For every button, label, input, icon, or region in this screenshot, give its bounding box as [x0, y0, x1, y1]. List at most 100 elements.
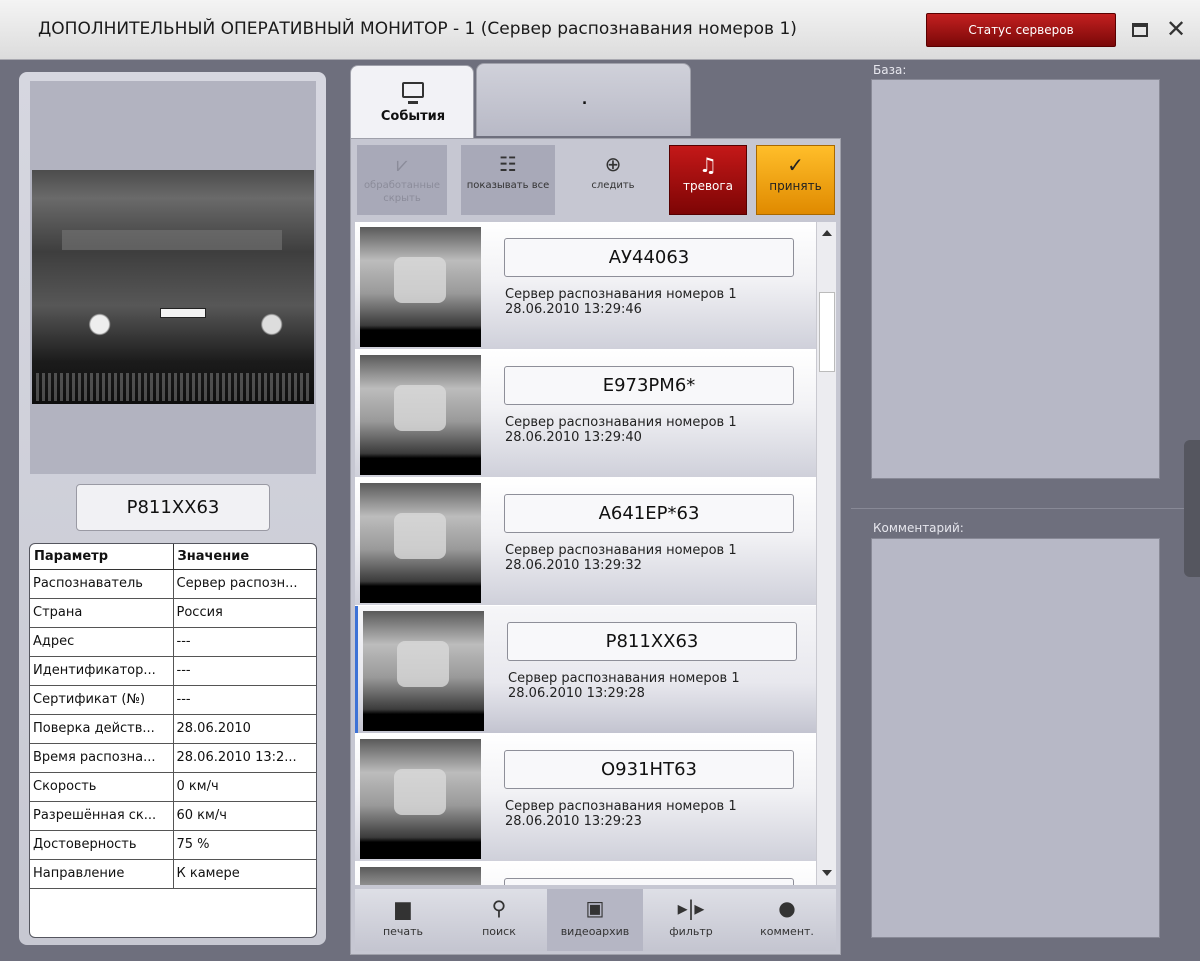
event-server: Сервер распознавания номеров 1 [505, 543, 737, 558]
event-plate: АУ44063 [504, 238, 794, 277]
param-name: Достоверность [30, 830, 174, 860]
table-header-row: Параметр Значение [30, 544, 316, 570]
list-item[interactable]: О931НТ63 Сервер распознавания номеров 1 … [355, 734, 816, 861]
alarm-button[interactable]: ♫ тревога [669, 145, 747, 215]
column-header-parameter[interactable]: Параметр [30, 544, 174, 570]
list-item[interactable]: АУ44063 Сервер распознавания номеров 1 2… [355, 222, 816, 349]
scroll-up-icon[interactable] [822, 230, 832, 236]
column-header-value[interactable]: Значение [173, 544, 316, 570]
search-button[interactable]: ⚲ поиск [451, 889, 547, 951]
checkmark-icon: ✓ [787, 153, 804, 177]
param-value: 75 % [173, 830, 316, 860]
search-icon: ⚲ [491, 896, 507, 920]
param-value: --- [173, 627, 316, 657]
show-all-button[interactable]: ☷ показывать все [461, 145, 555, 215]
event-plate [504, 878, 794, 885]
speech-bubble-icon: ● [778, 896, 796, 920]
close-icon[interactable]: ✕ [1166, 14, 1186, 44]
event-server: Сервер распознавания номеров 1 [505, 415, 737, 430]
table-row[interactable]: Поверка действ... 28.06.2010 [30, 714, 316, 744]
checkmark-tag-icon: ⩗ [396, 152, 408, 176]
print-button[interactable]: ▆ печать [355, 889, 451, 951]
param-name: Время распозна... [30, 743, 174, 773]
param-name: Идентификатор... [30, 656, 174, 686]
tab-second[interactable]: . [476, 63, 691, 136]
param-value: --- [173, 685, 316, 715]
events-panel: ⩗ обработанные скрыть ☷ показывать все ⊕… [350, 138, 841, 955]
vehicle-photo [32, 170, 314, 404]
param-value: 60 км/ч [173, 801, 316, 831]
bell-icon: ♫ [699, 153, 717, 177]
event-thumbnail [360, 483, 481, 603]
event-server: Сервер распознавания номеров 1 [505, 287, 737, 302]
server-status-button[interactable]: Статус серверов [926, 13, 1116, 47]
monitor-icon [402, 82, 424, 104]
event-time: 28.06.2010 13:29:28 [508, 686, 645, 701]
recognition-details-panel: Р811ХХ63 Параметр Значение Распознавател… [19, 72, 326, 945]
bottom-toolbar: ▆ печать ⚲ поиск ▣ видеоархив ▸|▸ фильтр… [355, 889, 836, 951]
comment-box[interactable] [871, 538, 1160, 938]
list-item[interactable]: Е973РМ6* Сервер распознавания номеров 1 … [355, 350, 816, 477]
video-archive-button[interactable]: ▣ видеоархив [547, 889, 643, 951]
event-plate: О931НТ63 [504, 750, 794, 789]
comment-label: Комментарий: [873, 521, 964, 535]
list-item[interactable]: А641ЕР*63 Сервер распознавания номеров 1… [355, 478, 816, 605]
table-row[interactable]: Разрешённая ск... 60 км/ч [30, 801, 316, 831]
param-value: 28.06.2010 13:2... [173, 743, 316, 773]
hide-processed-button[interactable]: ⩗ обработанные скрыть [357, 145, 447, 215]
window-title: ДОПОЛНИТЕЛЬНЫЙ ОПЕРАТИВНЫЙ МОНИТОР - 1 (… [38, 19, 797, 39]
list-item-selected[interactable]: Р811ХХ63 Сервер распознавания номеров 1 … [355, 606, 816, 733]
event-thumbnail [360, 867, 481, 885]
event-time: 28.06.2010 13:29:32 [505, 558, 642, 573]
events-list[interactable]: АУ44063 Сервер распознавания номеров 1 2… [355, 222, 816, 885]
film-icon: ▣ [585, 896, 605, 920]
event-info: Сервер распознавания номеров 1 28.06.201… [505, 543, 737, 573]
param-value: К камере [173, 859, 316, 889]
event-thumbnail [360, 227, 481, 347]
events-scrollbar[interactable] [816, 222, 836, 885]
printer-icon: ▆ [395, 896, 411, 920]
event-thumbnail [363, 611, 484, 731]
table-row[interactable]: Сертификат (№) --- [30, 685, 316, 715]
filter-icon: ▸|▸ [677, 896, 705, 920]
event-plate: Е973РМ6* [504, 366, 794, 405]
table-row[interactable]: Распознаватель Сервер распозн... [30, 569, 316, 599]
param-name: Распознаватель [30, 569, 174, 599]
filter-button[interactable]: ▸|▸ фильтр [643, 889, 739, 951]
recognized-plate: Р811ХХ63 [76, 484, 270, 531]
event-info: Сервер распознавания номеров 1 28.06.201… [505, 799, 737, 829]
parameters-table: Параметр Значение Распознаватель Сервер р… [29, 543, 317, 938]
show-all-icon: ☷ [499, 152, 517, 176]
tab-second-label: . [581, 92, 588, 108]
event-time: 28.06.2010 13:29:40 [505, 430, 642, 445]
event-server: Сервер распознавания номеров 1 [508, 671, 740, 686]
base-box [871, 79, 1160, 479]
param-value: 28.06.2010 [173, 714, 316, 744]
event-plate: А641ЕР*63 [504, 494, 794, 533]
param-name: Адрес [30, 627, 174, 657]
param-name: Сертификат (№) [30, 685, 174, 715]
vehicle-photo-frame [30, 81, 316, 474]
table-row[interactable]: Страна Россия [30, 598, 316, 628]
table-row[interactable]: Направление К камере [30, 859, 316, 889]
table-row[interactable]: Идентификатор... --- [30, 656, 316, 686]
param-value: --- [173, 656, 316, 686]
comment-button[interactable]: ● коммент. [739, 889, 835, 951]
tab-events[interactable]: События [350, 65, 474, 140]
accept-button[interactable]: ✓ принять [756, 145, 835, 215]
follow-button[interactable]: ⊕ следить [573, 145, 653, 215]
table-row[interactable]: Время распозна... 28.06.2010 13:2... [30, 743, 316, 773]
event-thumbnail [360, 355, 481, 475]
event-plate: Р811ХХ63 [507, 622, 797, 661]
table-row[interactable]: Достоверность 75 % [30, 830, 316, 860]
maximize-icon[interactable] [1132, 23, 1148, 37]
table-row[interactable]: Скорость 0 км/ч [30, 772, 316, 802]
side-panel-handle[interactable] [1184, 440, 1200, 577]
scroll-thumb[interactable] [819, 292, 835, 372]
list-item[interactable] [355, 862, 816, 885]
event-info: Сервер распознавания номеров 1 28.06.201… [505, 287, 737, 317]
table-row[interactable]: Адрес --- [30, 627, 316, 657]
event-info: Сервер распознавания номеров 1 28.06.201… [505, 415, 737, 445]
scroll-down-icon[interactable] [822, 870, 832, 876]
title-bar: ДОПОЛНИТЕЛЬНЫЙ ОПЕРАТИВНЫЙ МОНИТОР - 1 (… [0, 0, 1200, 60]
